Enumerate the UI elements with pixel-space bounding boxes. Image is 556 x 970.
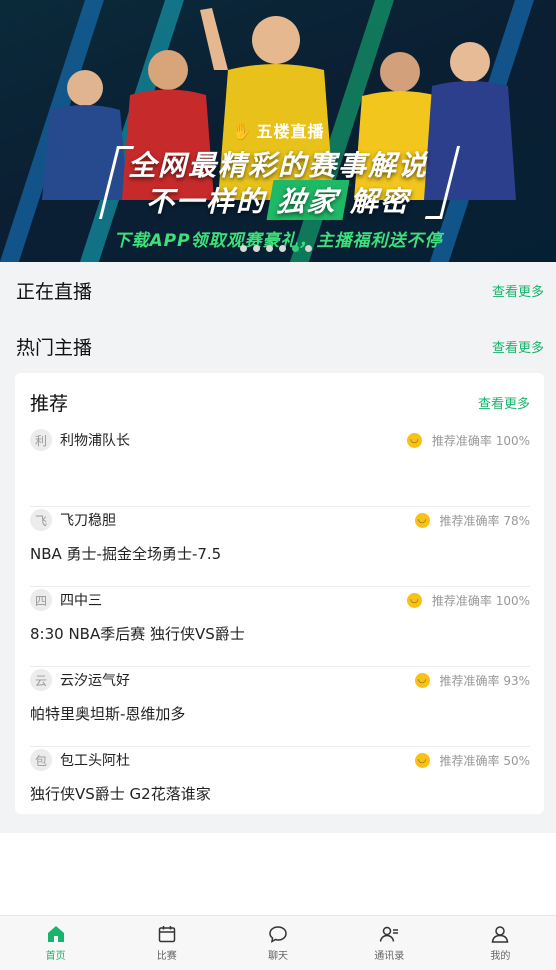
tab-label: 聊天	[268, 951, 288, 962]
accuracy-rate: 推荐准确率 50%	[439, 753, 531, 768]
recommend-card: 推荐 查看更多 利 利物浦队长 ◡ 推荐准确率 100% 飞 飞刀稳胆 ◡ 推荐…	[15, 373, 544, 814]
tab-label: 通讯录	[374, 951, 405, 962]
accuracy-rate: 推荐准确率 78%	[439, 513, 531, 528]
contacts-icon	[379, 926, 399, 942]
banner-headline-2: 不一样的 独家 解密	[0, 180, 556, 220]
carousel-dot[interactable]	[253, 245, 260, 252]
anchor-name: 飞刀稳胆	[60, 513, 116, 529]
headline-2-suffix: 解密	[350, 185, 411, 218]
profile-icon	[492, 926, 509, 943]
avatar: 飞	[30, 509, 52, 531]
tab-matches[interactable]: 比赛	[111, 916, 222, 970]
tab-chat[interactable]: 聊天	[222, 916, 333, 970]
anchor-name: 包工头阿杜	[60, 753, 130, 769]
avatar: 包	[30, 749, 52, 771]
tab-home[interactable]: 首页	[0, 916, 111, 970]
recommend-content: 独行侠VS爵士 G2花落谁家	[30, 785, 211, 803]
accuracy-rate: 推荐准确率 93%	[439, 673, 531, 688]
calendar-icon	[158, 926, 176, 943]
tab-label: 首页	[45, 951, 66, 962]
recommend-header: 推荐 查看更多	[30, 387, 530, 417]
recommend-see-more-link[interactable]: 查看更多	[478, 393, 530, 412]
home-icon	[47, 926, 64, 942]
tab-profile[interactable]: 我的	[445, 916, 556, 970]
tab-label: 比赛	[156, 951, 177, 962]
smiley-icon: ◡	[414, 672, 430, 688]
anchor-name: 四中三	[60, 593, 102, 609]
carousel-dot[interactable]	[266, 245, 273, 252]
tab-label: 我的	[490, 951, 511, 962]
chat-bubble-icon	[269, 926, 287, 943]
recommend-item[interactable]: 四 四中三 ◡ 推荐准确率 100% 8:30 NBA季后赛 独行侠VS爵士	[30, 586, 530, 667]
carousel-dot[interactable]	[305, 245, 312, 252]
banner-headline-1: 全网最精彩的赛事解说	[127, 149, 428, 182]
smiley-icon: ◡	[406, 592, 422, 608]
brand-logo: ✋ 五楼直播	[0, 118, 556, 142]
hero-banner[interactable]: ✋ 五楼直播 全网最精彩的赛事解说 不一样的 独家 解密 下载APP领取观赛豪礼，主播…	[0, 0, 556, 262]
carousel-dot[interactable]	[240, 245, 247, 252]
avatar: 利	[30, 429, 52, 451]
hand-logo-icon: ✋	[231, 122, 253, 141]
recommend-item[interactable]: 包 包工头阿杜 ◡ 推荐准确率 50% 独行侠VS爵士 G2花落谁家	[30, 746, 531, 827]
recommend-content: 8:30 NBA季后赛 独行侠VS爵士	[30, 625, 245, 643]
recommend-content: NBA 勇士-掘金全场勇士-7.5	[30, 545, 222, 563]
smiley-icon: ◡	[414, 512, 430, 528]
recommend-title: 推荐	[30, 392, 69, 415]
carousel-dot[interactable]	[279, 245, 286, 252]
recommend-item[interactable]: 利 利物浦队长 ◡ 推荐准确率 100%	[30, 427, 530, 507]
smiley-icon: ◡	[406, 432, 422, 448]
live-section-header: 正在直播 查看更多	[16, 275, 544, 305]
recommend-item[interactable]: 飞 飞刀稳胆 ◡ 推荐准确率 78% NBA 勇士-掘金全场勇士-7.5	[30, 506, 531, 587]
smiley-icon: ◡	[414, 752, 430, 768]
avatar: 云	[30, 669, 52, 691]
live-see-more-link[interactable]: 查看更多	[492, 281, 544, 300]
hot-anchors-see-more-link[interactable]: 查看更多	[492, 337, 544, 356]
accuracy-rate: 推荐准确率 100%	[431, 433, 530, 448]
carousel-dot[interactable]	[292, 245, 299, 252]
hot-anchors-title: 热门主播	[16, 336, 93, 359]
tab-contacts[interactable]: 通讯录	[334, 916, 445, 970]
avatar: 四	[30, 589, 52, 611]
anchor-name: 利物浦队长	[60, 433, 130, 449]
anchor-name: 云汐运气好	[60, 673, 130, 689]
accuracy-rate: 推荐准确率 100%	[431, 593, 530, 608]
live-section-title: 正在直播	[16, 280, 93, 303]
bottom-tab-bar: 首页 比赛 聊天 通讯录 我的	[0, 915, 556, 970]
recommend-content: 帕特里奥坦斯-恩维加多	[30, 705, 186, 723]
carousel-indicator[interactable]	[240, 245, 312, 253]
hot-anchors-section-header: 热门主播 查看更多	[16, 331, 544, 361]
headline-2-highlight: 独家	[266, 180, 350, 220]
headline-2-prefix: 不一样的	[145, 185, 266, 218]
brand-name: 五楼直播	[256, 122, 325, 141]
recommend-item[interactable]: 云 云汐运气好 ◡ 推荐准确率 93% 帕特里奥坦斯-恩维加多	[30, 666, 531, 747]
